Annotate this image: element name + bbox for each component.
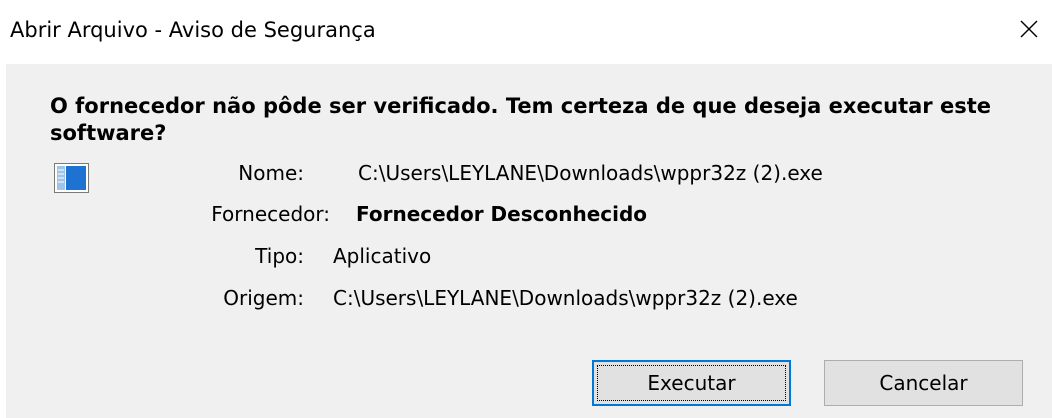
origin-row: Origem: C:\Users\LEYLANE\Downloads\wppr3… (6, 285, 1046, 313)
publisher-label: Fornecedor: (211, 202, 330, 226)
name-label: Nome: (238, 161, 304, 185)
type-label: Tipo: (255, 244, 304, 268)
window-title: Abrir Arquivo - Aviso de Segurança (10, 18, 376, 42)
security-warning-dialog: Abrir Arquivo - Aviso de Segurança O for… (0, 0, 1052, 418)
type-row: Tipo: Aplicativo (6, 243, 1046, 271)
dialog-body: O fornecedor não pôde ser verificado. Te… (6, 64, 1052, 418)
focus-rectangle (597, 365, 786, 401)
run-button[interactable]: Executar (592, 360, 791, 406)
origin-value: C:\Users\LEYLANE\Downloads\wppr32z (2).e… (333, 286, 798, 310)
name-row: Nome: C:\Users\LEYLANE\Downloads\wppr32z… (6, 160, 1046, 188)
cancel-button[interactable]: Cancelar (824, 360, 1023, 406)
type-value: Aplicativo (333, 244, 432, 268)
publisher-value: Fornecedor Desconhecido (356, 202, 648, 226)
cancel-button-label: Cancelar (879, 371, 968, 395)
close-icon (1020, 20, 1038, 38)
name-value: C:\Users\LEYLANE\Downloads\wppr32z (2).e… (358, 161, 823, 185)
publisher-row: Fornecedor: Fornecedor Desconhecido (6, 201, 1046, 229)
close-button[interactable] (1006, 6, 1052, 52)
origin-label: Origem: (223, 286, 304, 310)
warning-heading: O fornecedor não pôde ser verificado. Te… (50, 94, 991, 145)
title-bar: Abrir Arquivo - Aviso de Segurança (0, 0, 1052, 64)
